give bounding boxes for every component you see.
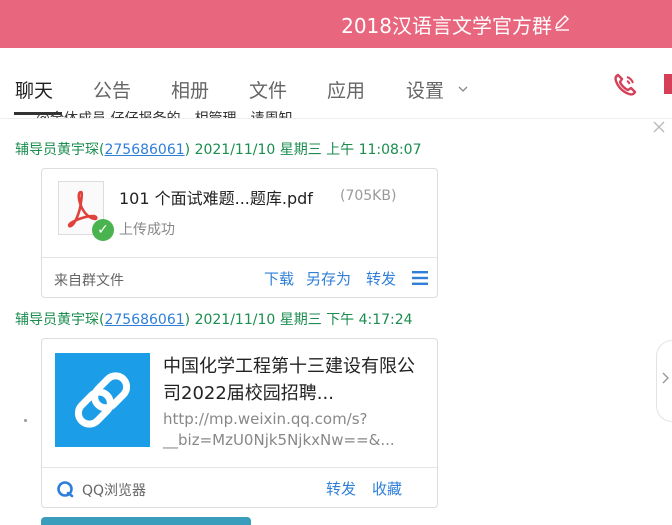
link-thumbnail — [55, 353, 150, 447]
message-timestamp: 2021/11/10 星期三 下午 4:17:24 — [194, 312, 413, 328]
upload-status: 上传成功 — [119, 222, 175, 238]
title-bar: 2018汉语言文学官方群 — [0, 0, 672, 48]
bullet-dot — [24, 419, 27, 422]
chevron-down-icon[interactable] — [458, 84, 468, 94]
more-menu-edge[interactable] — [664, 74, 672, 94]
file-name[interactable]: 101 个面试难题...题库.pdf — [119, 185, 313, 209]
tab-apps[interactable]: 应用 — [327, 76, 365, 103]
link-url[interactable]: http://mp.weixin.qq.com/s?__biz=MzU0Njk5… — [163, 409, 415, 451]
window-title: 2018汉语言文学官方群 — [341, 14, 552, 38]
favorite-button[interactable]: 收藏 — [372, 478, 402, 499]
forward-button[interactable]: 转发 — [326, 478, 356, 499]
file-size: (705KB) — [340, 188, 397, 204]
file-card[interactable]: ✓ 101 个面试难题...题库.pdf (705KB) 上传成功 来自群文件 … — [41, 168, 438, 298]
tab-album[interactable]: 相册 — [171, 76, 209, 103]
file-source: 来自群文件 — [54, 273, 124, 289]
tab-files[interactable]: 文件 — [249, 76, 287, 103]
check-icon: ✓ — [92, 219, 114, 241]
sender-name[interactable]: 辅导员黄宇琛 — [15, 312, 99, 328]
message-header: 辅导员黄宇琛(275686061) 2021/11/10 星期三 下午 4:17… — [15, 312, 413, 328]
save-as-button[interactable]: 另存为 — [306, 268, 351, 289]
edit-icon[interactable] — [552, 12, 572, 32]
sender-name[interactable]: 辅导员黄宇琛 — [15, 142, 99, 158]
chevron-right-icon[interactable] — [660, 372, 670, 384]
sender-qq[interactable]: 275686061 — [104, 142, 184, 158]
card-footer: 来自群文件 下载 另存为 转发 — [42, 257, 437, 298]
download-button[interactable]: 下载 — [264, 268, 294, 289]
next-message-preview — [41, 517, 251, 525]
menu-icon[interactable] — [412, 271, 428, 285]
close-icon[interactable] — [650, 118, 668, 136]
forward-button[interactable]: 转发 — [366, 268, 396, 289]
message-header: 辅导员黄宇琛(275686061) 2021/11/10 星期三 上午 11:0… — [15, 142, 422, 158]
card-footer: QQ浏览器 转发 收藏 — [42, 467, 437, 508]
tab-chat[interactable]: 聊天 — [15, 76, 53, 103]
qq-browser-icon — [57, 481, 74, 498]
previous-message-text: @全体成员 仔仔报备的，相管理，请周知。 — [36, 108, 306, 118]
tab-announcement[interactable]: 公告 — [93, 76, 131, 103]
phone-icon[interactable] — [612, 72, 638, 98]
link-card[interactable]: 中国化学工程第十三建设有限公司2022届校园招聘... http://mp.we… — [41, 338, 438, 508]
message-timestamp: 2021/11/10 星期三 上午 11:08:07 — [194, 142, 422, 158]
tab-settings[interactable]: 设置 — [406, 76, 444, 103]
sender-qq[interactable]: 275686061 — [104, 312, 184, 328]
link-icon — [74, 372, 131, 428]
link-source: QQ浏览器 — [82, 483, 147, 499]
link-title[interactable]: 中国化学工程第十三建设有限公司2022届校园招聘... — [163, 353, 415, 407]
